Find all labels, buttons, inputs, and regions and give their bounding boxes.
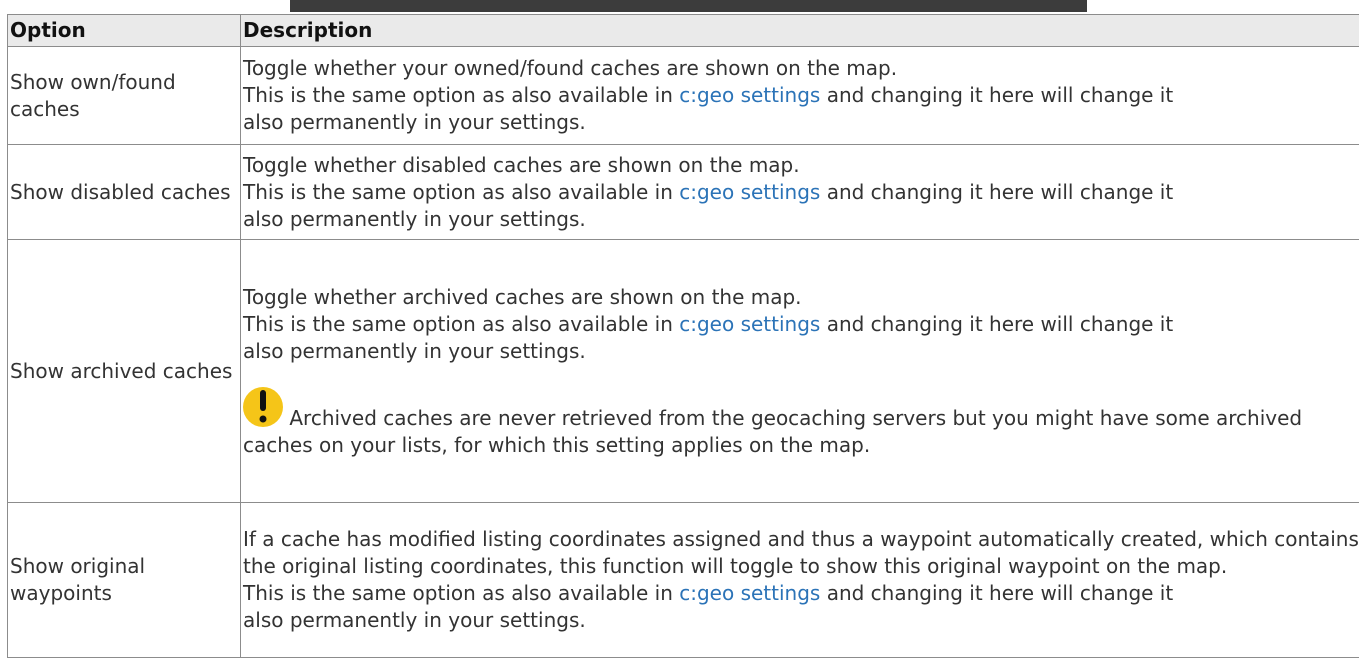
description-text: also permanently in your settings. xyxy=(243,110,586,134)
top-bar xyxy=(290,0,1087,12)
option-description: Toggle whether disabled caches are shown… xyxy=(240,144,1359,240)
table-row: Show original waypoints If a cache has m… xyxy=(7,502,1359,658)
description-text: This is the same option as also availabl… xyxy=(243,179,680,204)
description-text: and changing it here will change it xyxy=(820,311,1174,336)
cgeo-settings-link[interactable]: c:geo settings xyxy=(679,180,820,204)
description-text: This is the same option as also availabl… xyxy=(243,83,680,107)
option-name: Show own/found caches xyxy=(7,46,241,145)
option-description: Toggle whether archived caches are shown… xyxy=(240,239,1359,503)
option-description: If a cache has modified listing coordina… xyxy=(240,502,1359,658)
option-name: Show disabled caches xyxy=(7,144,241,240)
table-row: Show disabled caches Toggle whether disa… xyxy=(7,144,1359,240)
description-text: Toggle whether archived caches are shown… xyxy=(243,284,802,309)
table-header-row: Option Description xyxy=(7,14,1359,47)
description-text: also permanently in your settings. xyxy=(243,206,586,231)
description-text: also permanently in your settings. xyxy=(243,338,586,363)
cgeo-settings-link[interactable]: c:geo settings xyxy=(679,312,820,336)
description-text: Toggle whether your owned/found caches a… xyxy=(243,56,898,80)
header-description: Description xyxy=(240,14,1359,47)
exclamation-warning-icon xyxy=(243,377,283,432)
cgeo-settings-link[interactable]: c:geo settings xyxy=(679,83,820,107)
description-text: and changing it here will change it xyxy=(820,83,1174,107)
table-row: Show own/found caches Toggle whether you… xyxy=(7,46,1359,145)
description-text: Toggle whether disabled caches are shown… xyxy=(243,152,800,177)
cgeo-settings-link[interactable]: c:geo settings xyxy=(679,581,820,605)
option-name: Show original waypoints xyxy=(7,502,241,658)
options-table: Option Description Show own/found caches… xyxy=(7,14,1359,658)
option-description: Toggle whether your owned/found caches a… xyxy=(240,46,1359,145)
option-name: Show archived caches xyxy=(7,239,241,503)
description-text: This is the same option as also availabl… xyxy=(243,311,680,336)
description-text: also permanently in your settings. xyxy=(243,608,586,632)
description-text: This is the same option as also availabl… xyxy=(243,581,680,605)
description-text: and changing it here will change it xyxy=(820,581,1174,605)
description-text: and changing it here will change it xyxy=(820,179,1174,204)
header-option: Option xyxy=(7,14,241,47)
warning-note: Archived caches are never retrieved from… xyxy=(243,405,1303,457)
table-row: Show archived caches Toggle whether arch… xyxy=(7,239,1359,503)
description-text: If a cache has modified listing coordina… xyxy=(243,527,1359,578)
